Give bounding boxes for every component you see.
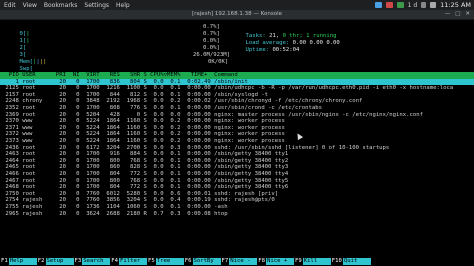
table-row[interactable]: 2755 rajesh 20 0 1736 1104 1060 S 0.0 0.…: [2, 204, 227, 211]
cpu3-value: 0.0%]: [203, 45, 220, 51]
mouse-cursor-icon: [294, 131, 304, 141]
cpu1-value: 0.7%]: [203, 31, 220, 37]
table-row[interactable]: 2373 www 20 0 5224 1864 1160 S 0.0 0.2 0…: [2, 138, 285, 145]
table-row[interactable]: 2467 root 20 0 1700 800 768 S 0.0 0.1 0:…: [2, 178, 288, 185]
menu-bookmarks[interactable]: Bookmarks: [44, 2, 78, 9]
menu-help[interactable]: Help: [116, 2, 130, 9]
minimize-icon[interactable]: —: [445, 10, 451, 19]
table-row[interactable]: 2352 root 20 0 1700 808 776 S 0.0 0.1 0:…: [2, 105, 322, 112]
menu-settings[interactable]: Settings: [84, 2, 109, 9]
table-row[interactable]: 2372 www 20 0 5224 1864 1160 S 0.0 0.2 0…: [2, 131, 285, 138]
table-row[interactable]: 2468 root 20 0 1700 804 772 S 0.0 0.1 0:…: [2, 184, 288, 191]
table-row[interactable]: 2369 root 20 0 5204 428 0 S 0.0 0.0 0:00…: [2, 112, 423, 119]
window-titlebar[interactable]: [rajesh] 192.168.1.38 — Konsole — □ ✕: [0, 10, 474, 20]
tray-text: 1 d: [407, 1, 418, 9]
menu-view[interactable]: View: [23, 2, 37, 9]
desktop-menubar: Edit View Bookmarks Settings Help 1 d 11…: [0, 0, 474, 10]
mem-value: 26.0M/923M]: [193, 52, 231, 58]
battery-icon[interactable]: [430, 2, 437, 8]
f5-tree-button[interactable]: F5 Tree: [147, 258, 184, 265]
table-row[interactable]: 2465 root 20 0 1700 860 828 S 0.0 0.1 0:…: [2, 164, 288, 171]
f1-help-button[interactable]: F1 Help: [0, 258, 37, 265]
table-row[interactable]: 2466 root 20 0 1700 804 772 S 0.0 0.1 0:…: [2, 171, 288, 178]
table-row[interactable]: 2965 rajesh 20 0 3624 2688 2180 R 0.7 0.…: [2, 211, 227, 218]
table-row[interactable]: 2371 www 20 0 5224 1864 1160 S 0.0 0.2 0…: [2, 125, 285, 132]
table-row[interactable]: 2754 rajesh 20 0 7760 3856 3204 S 0.0 0.…: [2, 197, 274, 204]
f8-nice-plus-button[interactable]: F8 Nice +: [257, 258, 294, 265]
window-controls: — □ ✕: [445, 10, 470, 19]
f4-filter-button[interactable]: F4 Filter: [110, 258, 147, 265]
f6-sortby-button[interactable]: F6 SortBy: [183, 258, 221, 265]
table-row[interactable]: 2248 chrony 20 0 3848 2192 1968 S 0.0 0.…: [2, 98, 362, 105]
maximize-icon[interactable]: □: [455, 10, 460, 19]
table-row-selected[interactable]: 1 root 20 0 1700 836 804 S 0.0 0.1 0:02.…: [0, 78, 474, 86]
f9-kill-button[interactable]: F9 Kill: [294, 258, 331, 265]
f7-nice-minus-button[interactable]: F7 Nice -: [220, 258, 258, 265]
table-row[interactable]: 2157 root 20 0 1700 844 812 S 0.0 0.1 0:…: [2, 92, 268, 99]
cpu-monitor-icon[interactable]: [385, 2, 393, 8]
table-row[interactable]: 2463 root 20 0 1700 916 884 S 0.0 0.1 0:…: [2, 151, 288, 158]
close-icon[interactable]: ✕: [465, 10, 470, 19]
f2-setup-button[interactable]: F2 Setup: [36, 258, 74, 265]
clock[interactable]: 11:25 AM: [440, 1, 471, 9]
table-row[interactable]: 2750 root 20 0 7760 6012 5280 S 0.0 0.6 …: [2, 191, 278, 198]
memory-monitor-icon[interactable]: [396, 2, 404, 8]
table-row[interactable]: 2464 root 20 0 1700 800 768 S 0.0 0.1 0:…: [2, 158, 288, 165]
f3-search-button[interactable]: F3 Search: [73, 258, 111, 265]
process-table-header[interactable]: PID USER PRI NI VIRT RES SHR S CPU%▽MEM%…: [0, 72, 474, 79]
table-row[interactable]: 2370 www 20 0 5224 1864 1160 S 0.0 0.2 0…: [2, 118, 285, 125]
swap-value: 0K/0K]: [208, 59, 229, 65]
f10-quit-button[interactable]: F10 Quit: [330, 258, 371, 265]
volume-icon[interactable]: [421, 2, 427, 8]
menu-edit[interactable]: Edit: [4, 2, 16, 9]
network-icon[interactable]: [374, 2, 382, 8]
cpu2-value: 0.0%]: [203, 38, 220, 44]
app-menu: Edit View Bookmarks Settings Help: [4, 2, 130, 9]
window-title: [rajesh] 192.168.1.38 — Konsole: [192, 11, 282, 17]
table-row[interactable]: 2436 root 20 0 6172 3204 2700 S 0.0 0.3 …: [2, 145, 389, 152]
table-row[interactable]: 2125 root 20 0 1700 1216 1100 S 0.0 0.1 …: [2, 85, 453, 92]
function-key-bar: F1 Help F2 Setup F3 Search F4 Filter F5 Tree …: [0, 258, 474, 265]
terminal[interactable]: 0[| 0.7%] 1[| 0.7%] 2[ 0.0%] 3[ 0.0%] Me…: [0, 20, 474, 266]
system-tray: 1 d 11:25 AM: [374, 0, 471, 10]
uptime: Uptime: 00:52:04: [245, 46, 300, 53]
cpu0-value: 0.7%]: [203, 24, 220, 30]
